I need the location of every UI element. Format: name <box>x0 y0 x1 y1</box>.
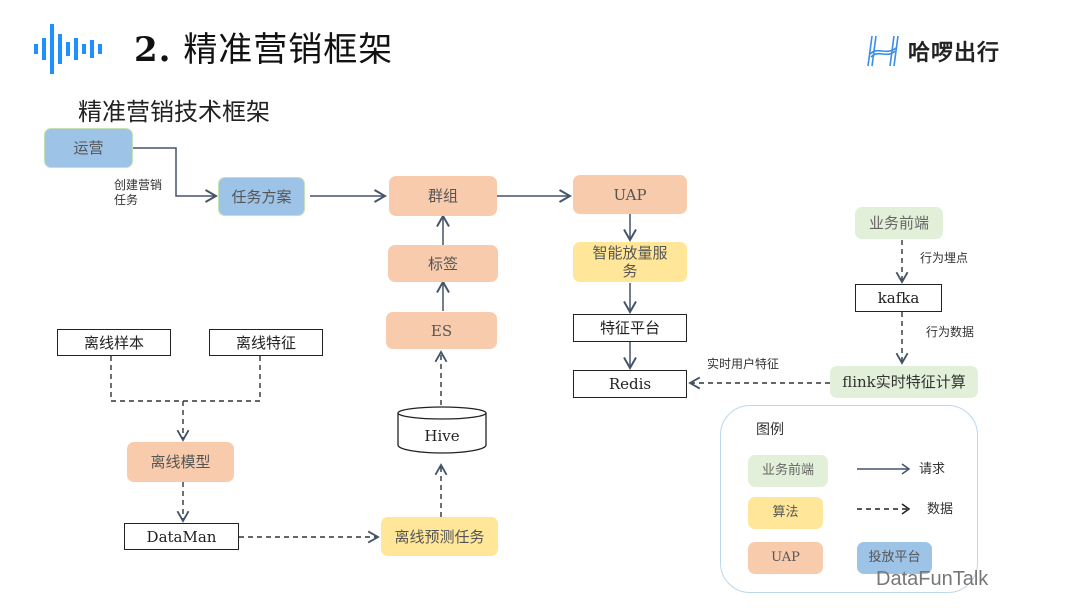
legend-request-arrow-icon <box>857 463 911 475</box>
node-offline-sample: 离线样本 <box>57 329 171 356</box>
node-uap: UAP <box>573 175 687 214</box>
node-hive: Hive <box>424 427 460 445</box>
node-redis: Redis <box>573 370 687 398</box>
edge-label-behavior-data: 行为数据 <box>926 325 975 339</box>
edge-label-realtime-user-feature: 实时用户特征 <box>707 357 780 371</box>
node-offline-model: 离线模型 <box>127 442 234 482</box>
node-flink: flink实时特征计算 <box>830 366 978 398</box>
node-offline-predict: 离线预测任务 <box>381 517 498 556</box>
node-ops: 运营 <box>44 128 133 168</box>
node-offline-feature: 离线特征 <box>209 329 323 356</box>
legend-request-label: 请求 <box>919 462 946 477</box>
edge-label-behavior-tracking: 行为埋点 <box>920 251 969 265</box>
legend-item-biz-frontend: 业务前端 <box>748 455 828 487</box>
legend-title: 图例 <box>756 422 784 438</box>
node-biz-frontend: 业务前端 <box>855 207 943 239</box>
node-es: ES <box>386 312 497 349</box>
node-task-plan: 任务方案 <box>218 177 305 216</box>
node-group: 群组 <box>389 176 497 216</box>
node-smart-volume: 智能放量服务 <box>573 242 687 282</box>
node-dataman: DataMan <box>124 523 239 550</box>
node-tag: 标签 <box>388 245 498 282</box>
legend-item-algorithm: 算法 <box>748 497 823 529</box>
legend-data-label: 数据 <box>927 502 954 517</box>
watermark: DataFunTalk <box>876 568 989 590</box>
node-feature-platform: 特征平台 <box>573 314 687 342</box>
legend-data-arrow-icon <box>857 503 911 515</box>
node-kafka: kafka <box>855 284 942 312</box>
edge-sample-merge <box>110 356 261 402</box>
edge-label-create-task: 创建营销任务 <box>114 178 163 207</box>
legend-item-uap: UAP <box>748 542 823 574</box>
